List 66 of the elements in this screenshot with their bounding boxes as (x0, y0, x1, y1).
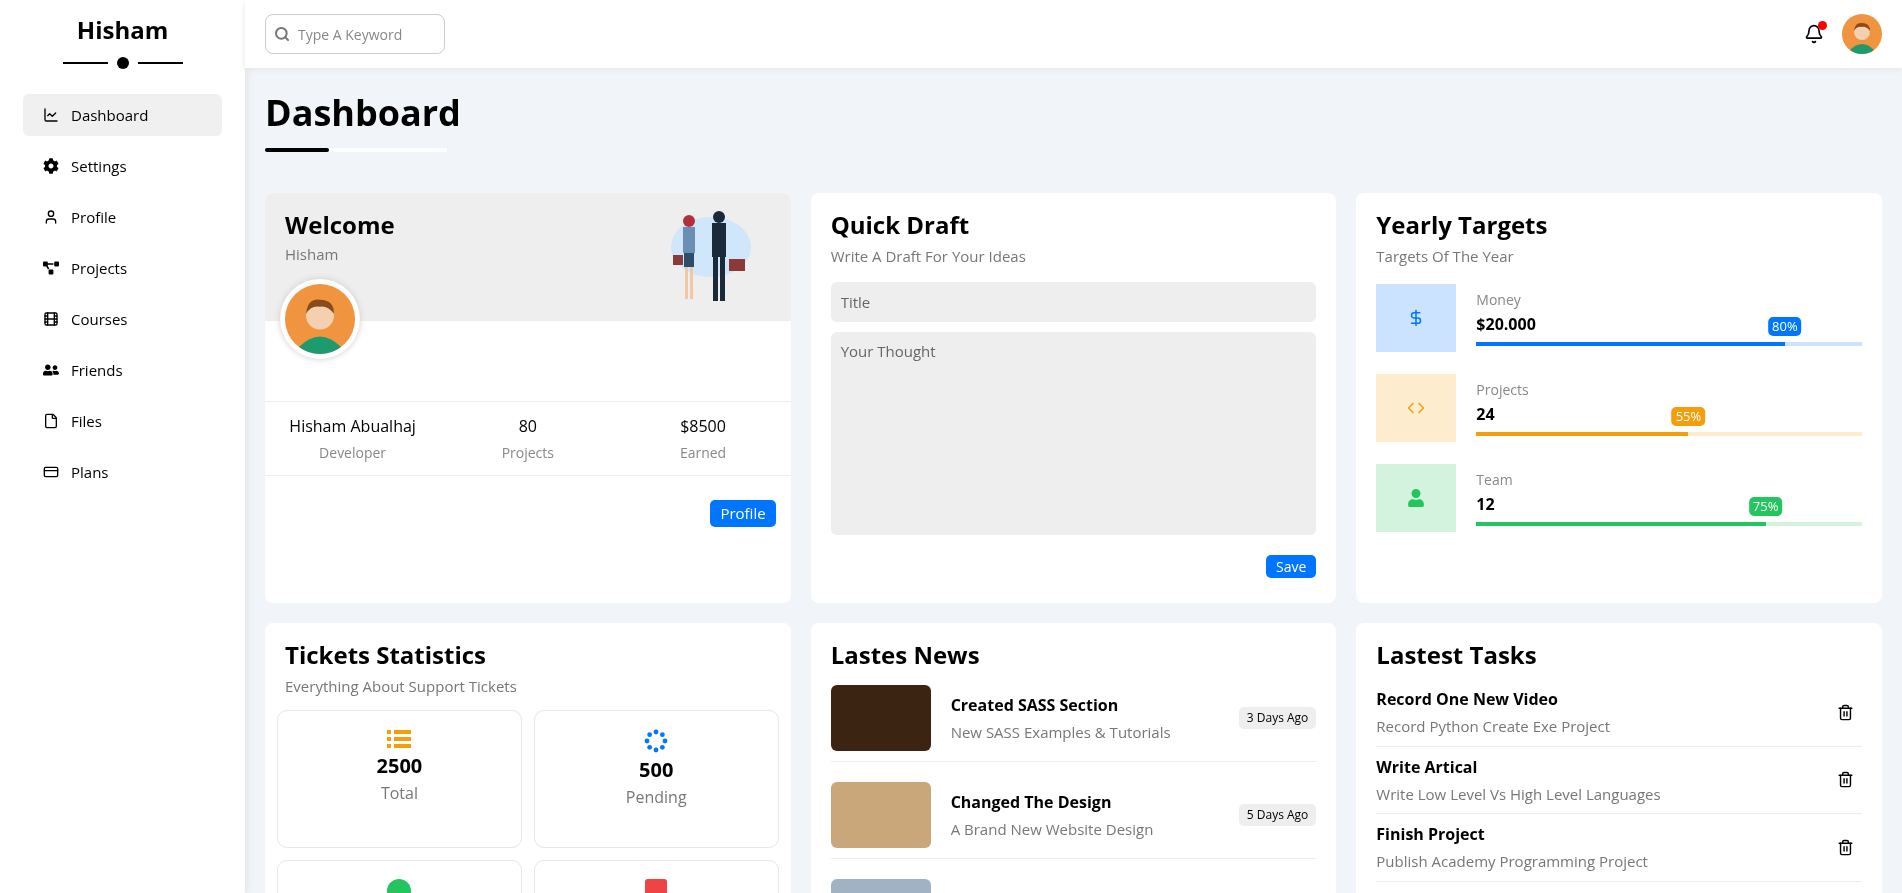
target-label: Money (1476, 289, 1522, 310)
card-title: Quick Draft (830, 207, 971, 243)
time-badge: 3 Days Ago (1238, 707, 1317, 729)
target-value: $20.000 (1476, 312, 1536, 336)
card-title: Lastest Tasks (1376, 637, 1538, 673)
task-title: Record One New Video (1376, 687, 1559, 711)
target-label: Team (1476, 469, 1514, 490)
stat-label: Developer (319, 442, 387, 463)
news-title: Changed The Design (950, 789, 1113, 814)
news-description: New SASS Examples & Tutorials (950, 720, 1172, 744)
nav-item[interactable]: Dashboard (23, 94, 222, 136)
save-button[interactable]: Save (1266, 554, 1317, 578)
card-title: Welcome (285, 207, 395, 243)
page-title: Dashboard (265, 87, 461, 139)
card-title: Yearly Targets (1376, 207, 1549, 243)
search-icon (274, 26, 290, 42)
task-description: Publish Academy Programming Project (1376, 850, 1648, 873)
task-description: Record Python Create Exe Project (1376, 715, 1611, 738)
bell-icon (1804, 24, 1824, 44)
card-title: Lastes News (830, 637, 981, 673)
title-field[interactable]: Title (830, 281, 1317, 322)
thought-field[interactable]: Your Thought (830, 331, 1317, 535)
progress-reading: 80% (1768, 316, 1802, 336)
avatar-icon (1842, 14, 1882, 54)
film-icon (43, 311, 59, 327)
users-icon (43, 362, 59, 378)
task-description: Write Low Level Vs High Level Languages (1376, 782, 1661, 805)
progress-reading: 55% (1671, 406, 1706, 426)
card-subtitle: Targets Of The Year (1376, 245, 1515, 268)
ticket-count: 500 (639, 754, 674, 785)
trash-icon[interactable] (1837, 838, 1854, 856)
target-value: 12 (1476, 492, 1495, 516)
stat-label: Earned (679, 442, 727, 463)
task-title: Finish Project (1376, 822, 1486, 846)
news-title: Created SASS Section (950, 692, 1120, 717)
user-icon (1407, 488, 1426, 507)
notification-button[interactable] (1804, 24, 1824, 44)
card-title: Tickets Statistics (285, 637, 488, 673)
search-field[interactable]: Type A Keyword (265, 14, 445, 54)
profile-button[interactable]: Profile (710, 500, 776, 527)
stat-value: $8500 (680, 414, 726, 438)
stat-value: 80 (518, 414, 537, 438)
trash-icon[interactable] (1837, 771, 1854, 789)
settings-icon (43, 158, 59, 174)
ticket-label: Total (380, 780, 418, 805)
card-icon (43, 464, 59, 480)
stat-label: Projects (501, 442, 554, 463)
card-subtitle: Everything About Support Tickets (285, 675, 518, 698)
file-icon (43, 413, 59, 429)
time-badge: 5 Days Ago (1238, 804, 1317, 826)
progress-reading: 75% (1748, 496, 1783, 516)
trash-icon[interactable] (1837, 703, 1854, 721)
target-label: Projects (1476, 379, 1530, 400)
news-description: A Brand New Website Design (950, 817, 1155, 841)
target-value: 24 (1476, 402, 1495, 426)
card-subtitle: Hisham (285, 243, 340, 266)
card-subtitle: Write A Draft For Your Ideas (830, 245, 1027, 268)
chart-icon (43, 107, 59, 123)
title-underline (265, 148, 329, 152)
diagram-icon (43, 260, 59, 276)
ticket-count: 2500 (376, 750, 423, 781)
ticket-label: Pending (625, 784, 687, 809)
stat-value: Hisham Abualhaj (289, 414, 416, 438)
brand-title: Hisham (75, 12, 170, 48)
user-icon (43, 209, 59, 225)
task-title: Write Artical (1376, 754, 1479, 779)
